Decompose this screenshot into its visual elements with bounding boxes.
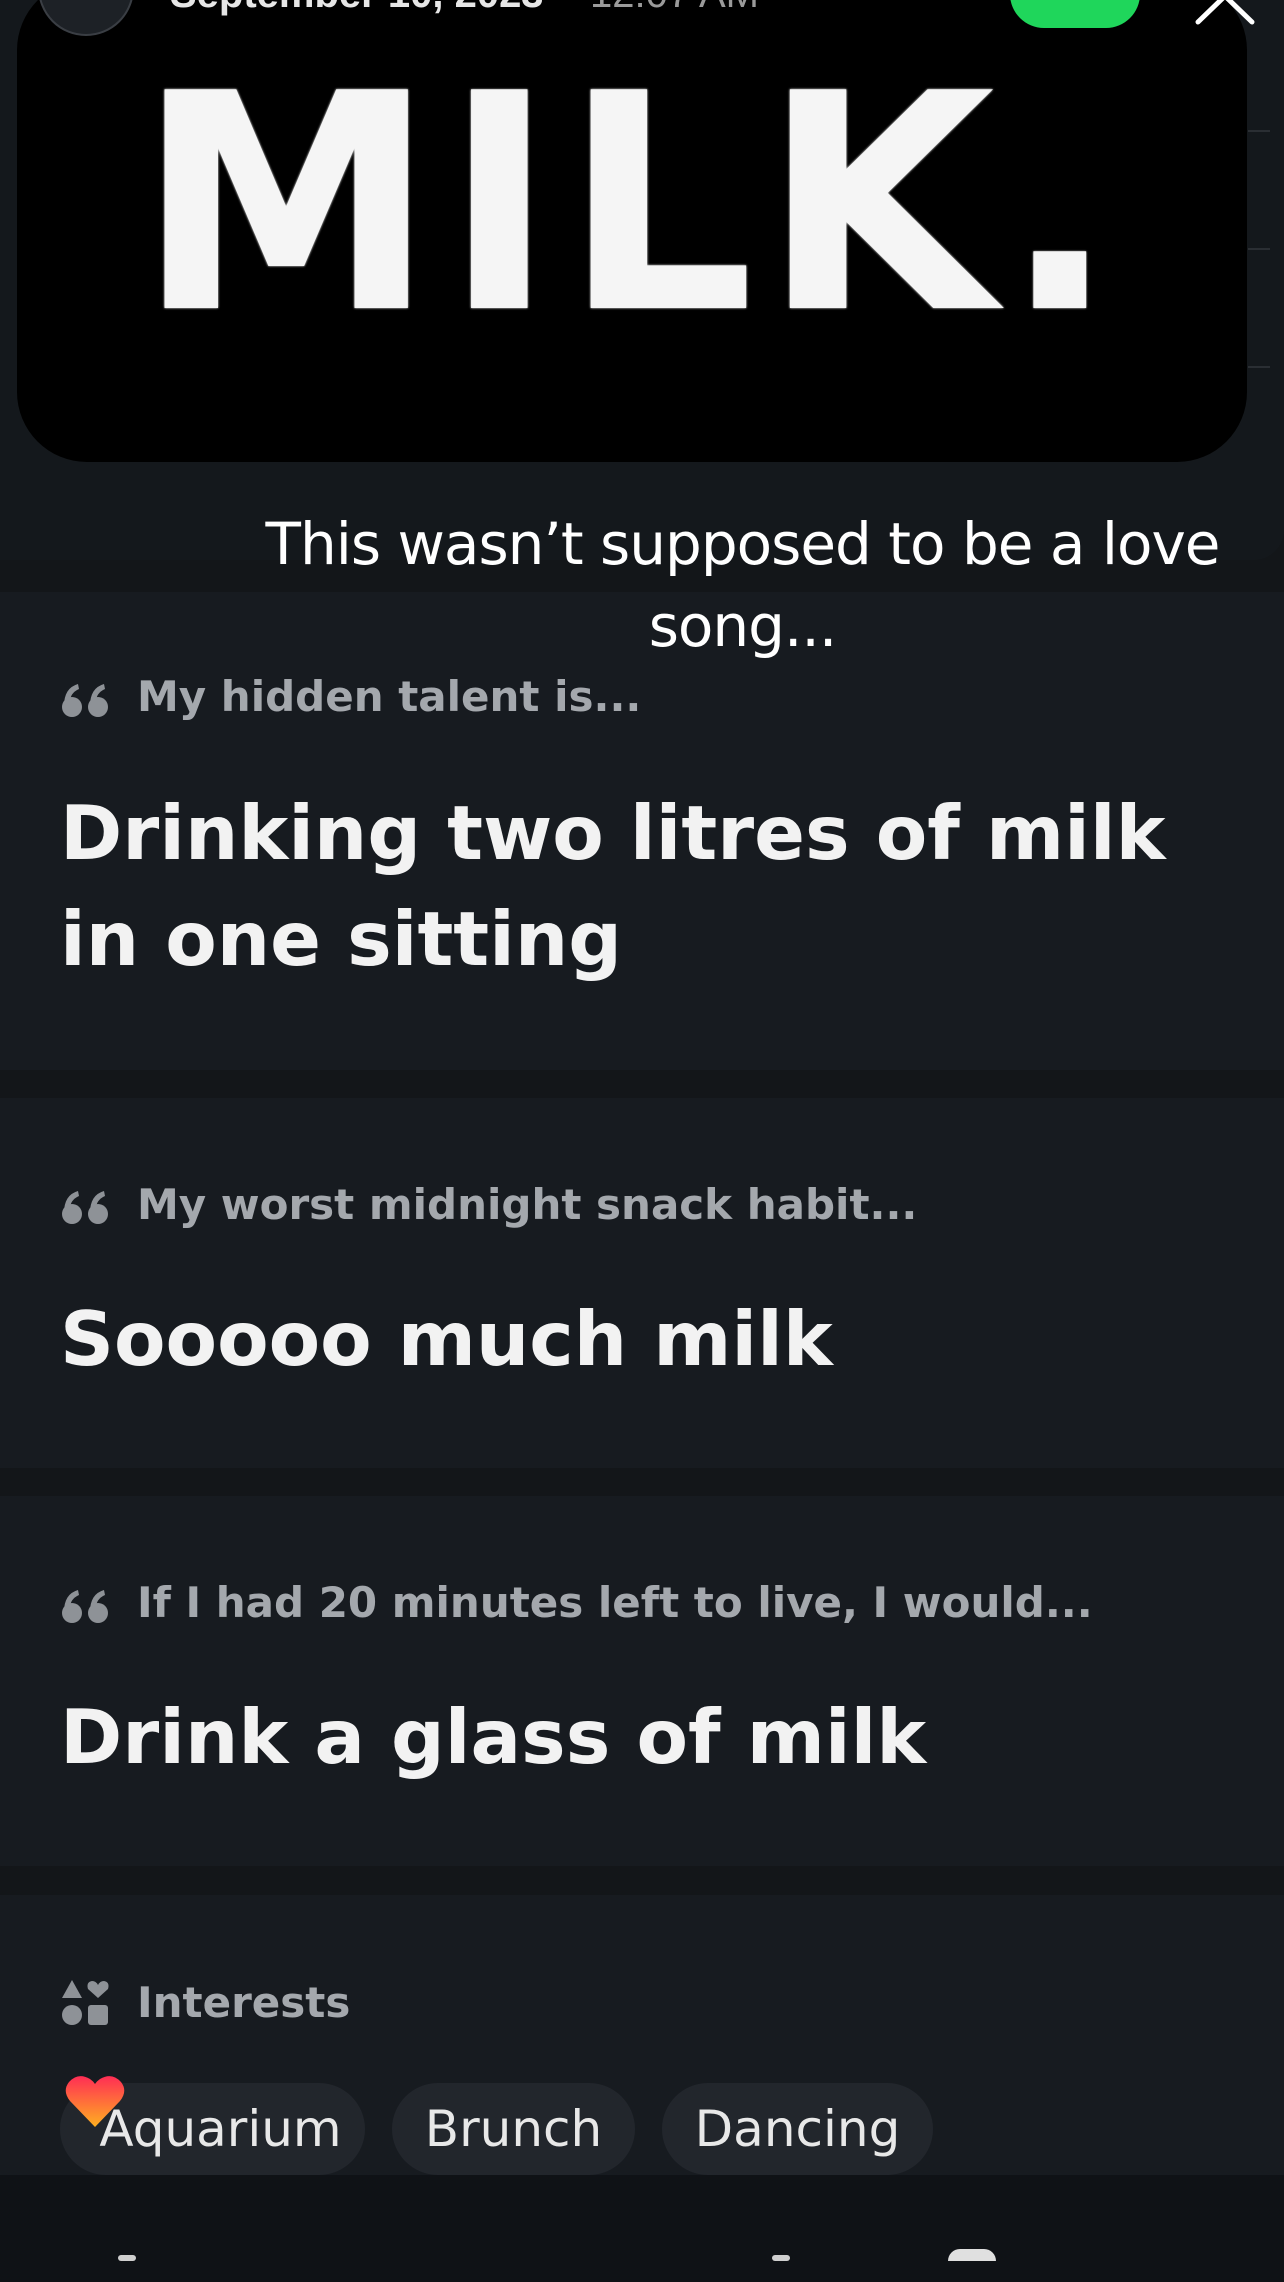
post-date: September 10, 2023 — [170, 0, 544, 17]
profile-screen: MILK. September 10, 2023 12:07 AM ★ My h… — [0, 0, 1284, 2282]
photo-text: MILK. — [137, 30, 1125, 379]
close-icon[interactable] — [1190, 0, 1260, 30]
prompt-card[interactable] — [0, 1098, 1284, 1468]
interest-chip-label: Dancing — [694, 2100, 901, 2158]
divider — [1248, 366, 1270, 368]
profile-photo[interactable]: MILK. — [17, 0, 1247, 462]
video-caption: This wasn’t supposed to be a love song..… — [265, 510, 1221, 660]
nav-indicator[interactable] — [118, 2255, 136, 2261]
prompt-label: If I had 20 minutes left to live, I woul… — [137, 1578, 1093, 1627]
quote-icon — [62, 1191, 108, 1224]
prompt-answer: Sooooo much milk — [60, 1295, 833, 1383]
interest-chip[interactable]: Brunch — [392, 2083, 635, 2175]
interest-chip[interactable]: Dancing — [662, 2083, 933, 2175]
quote-icon — [62, 684, 108, 717]
heart-icon — [65, 2076, 125, 2127]
prompt-card[interactable] — [0, 1496, 1284, 1866]
prompt-label: My worst midnight snack habit... — [137, 1180, 918, 1229]
interests-label: Interests — [137, 1978, 351, 2027]
star-icon: ★ — [1056, 0, 1086, 8]
like-button[interactable]: ★ — [1010, 0, 1140, 28]
prompt-label: My hidden talent is... — [137, 672, 642, 721]
divider — [1248, 248, 1270, 250]
quote-icon — [62, 1590, 108, 1623]
prompt-answer: Drinking two litres of milk in one sitti… — [60, 789, 1166, 983]
bottom-nav-bar — [0, 2175, 1284, 2282]
nav-indicator[interactable] — [948, 2249, 996, 2261]
post-time: 12:07 AM — [590, 0, 759, 17]
shapes-icon — [62, 1980, 109, 2025]
nav-indicator[interactable] — [772, 2255, 790, 2261]
divider — [1248, 130, 1270, 132]
prompt-answer: Drink a glass of milk — [60, 1693, 927, 1781]
interest-chip-label: Brunch — [424, 2100, 603, 2158]
